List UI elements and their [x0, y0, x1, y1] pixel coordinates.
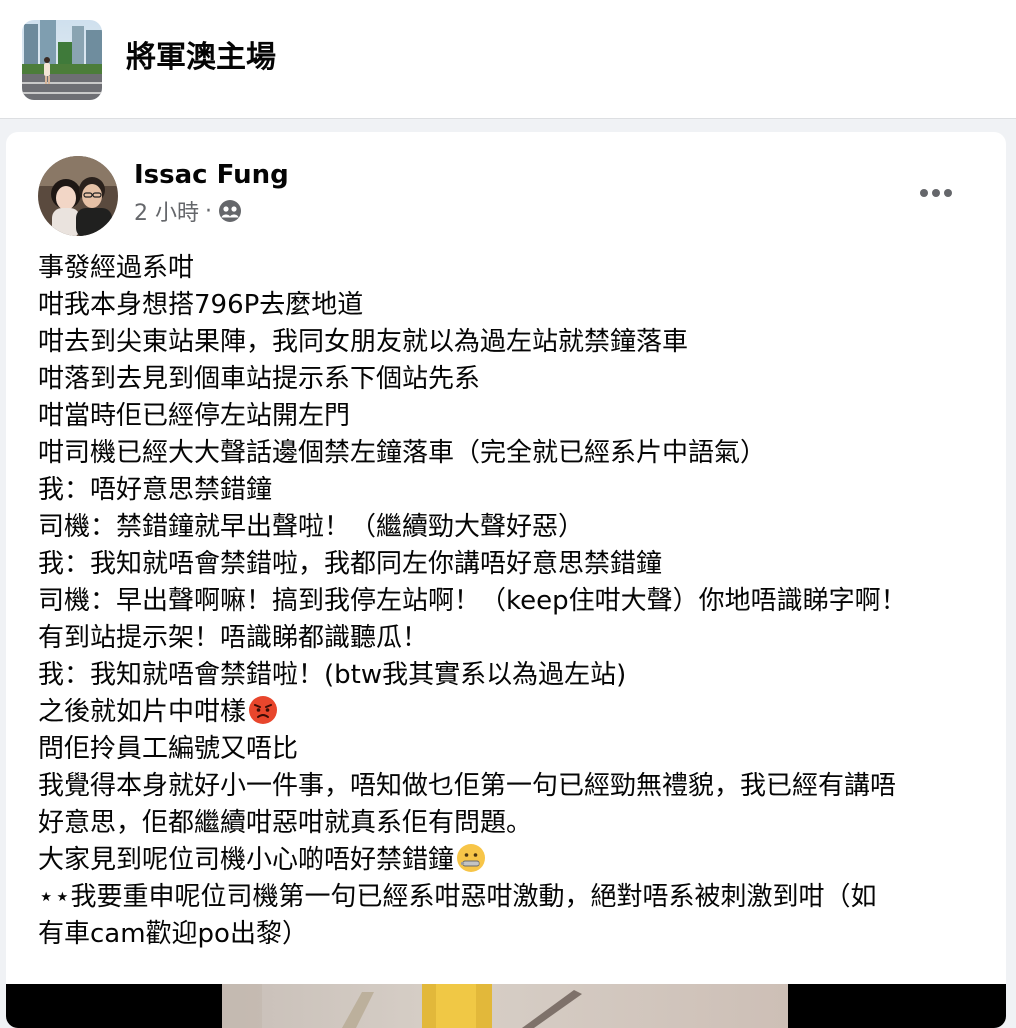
post-line: 咁司機已經大大聲話邊個禁左鐘落車（完全就已經系片中語氣）	[38, 438, 767, 468]
post-meta: 2 小時 ·	[134, 195, 242, 227]
post-line-with-emoji: 大家見到呢位司機小心啲唔好禁錯鐘	[38, 842, 978, 879]
angry-face-icon	[248, 695, 278, 725]
zipper-mouth-face-icon	[456, 843, 486, 873]
post-line: 咁落到去見到個車站提示系下個站先系	[38, 364, 481, 394]
post-line: ⋆⋆我要重申呢位司機第一句已經系咁惡咁激動，絕對唔系被刺激到咁（如	[38, 882, 877, 912]
post-line: 有車cam歡迎po出黎）	[38, 919, 308, 949]
group-header: 將軍澳主場	[0, 0, 1016, 119]
more-dots-icon	[920, 189, 952, 197]
post-line: 有到站提示架！唔識睇都識聽瓜！	[38, 623, 429, 653]
post-line: 司機：早出聲啊嘛！搞到我停左站啊！（keep住咁大聲）你地唔識睇字啊！	[38, 586, 907, 616]
friends-icon[interactable]	[218, 199, 242, 223]
author-name[interactable]: Issac Fung	[134, 158, 289, 192]
post-line: 我：我知就唔會禁錯啦！(btw我其實系以為過左站)	[38, 660, 627, 690]
post-line-text: 之後就如片中咁樣	[38, 697, 247, 727]
meta-separator: ·	[205, 198, 212, 224]
post-line: 好意思，佢都繼續咁惡咁就真系佢有問題。	[38, 808, 533, 838]
more-options-button[interactable]	[914, 176, 962, 210]
post-line-text: 大家見到呢位司機小心啲唔好禁錯鐘	[38, 845, 455, 875]
post-line: 我覺得本身就好小一件事，唔知做乜佢第一句已經勁無禮貌，我已經有講唔	[38, 771, 897, 801]
post-line: 咁我本身想搭796P去麼地道	[38, 290, 364, 320]
post-line: 司機：禁錯鐘就早出聲啦！（繼續勁大聲好惡）	[38, 512, 585, 542]
post-line: 我：唔好意思禁錯鐘	[38, 475, 273, 505]
post-line: 問佢拎員工編號又唔比	[38, 734, 299, 764]
group-title[interactable]: 將軍澳主場	[126, 38, 276, 78]
author-avatar[interactable]	[38, 156, 118, 236]
post-line: 咁去到尖東站果陣，我同女朋友就以為過左站就禁鐘落車	[38, 327, 689, 357]
post-line-with-emoji: 之後就如片中咁樣	[38, 694, 978, 731]
post-line: 我：我知就唔會禁錯啦，我都同左你講唔好意思禁錯鐘	[38, 549, 663, 579]
post-line: 咁當時佢已經停左站開左門	[38, 401, 351, 431]
post-line: 事發經過系咁	[38, 253, 195, 283]
post-body: 事發經過系咁 咁我本身想搭796P去麼地道 咁去到尖東站果陣，我同女朋友就以為過…	[38, 250, 978, 953]
video-preview[interactable]	[6, 984, 1006, 1028]
post-time[interactable]: 2 小時	[134, 195, 199, 227]
group-photo-icon[interactable]	[22, 20, 102, 100]
post-card: Issac Fung 2 小時 · 事發經過系咁 咁我本身想搭796P去麼地道 …	[6, 132, 1006, 1028]
video-frame	[222, 984, 788, 1028]
